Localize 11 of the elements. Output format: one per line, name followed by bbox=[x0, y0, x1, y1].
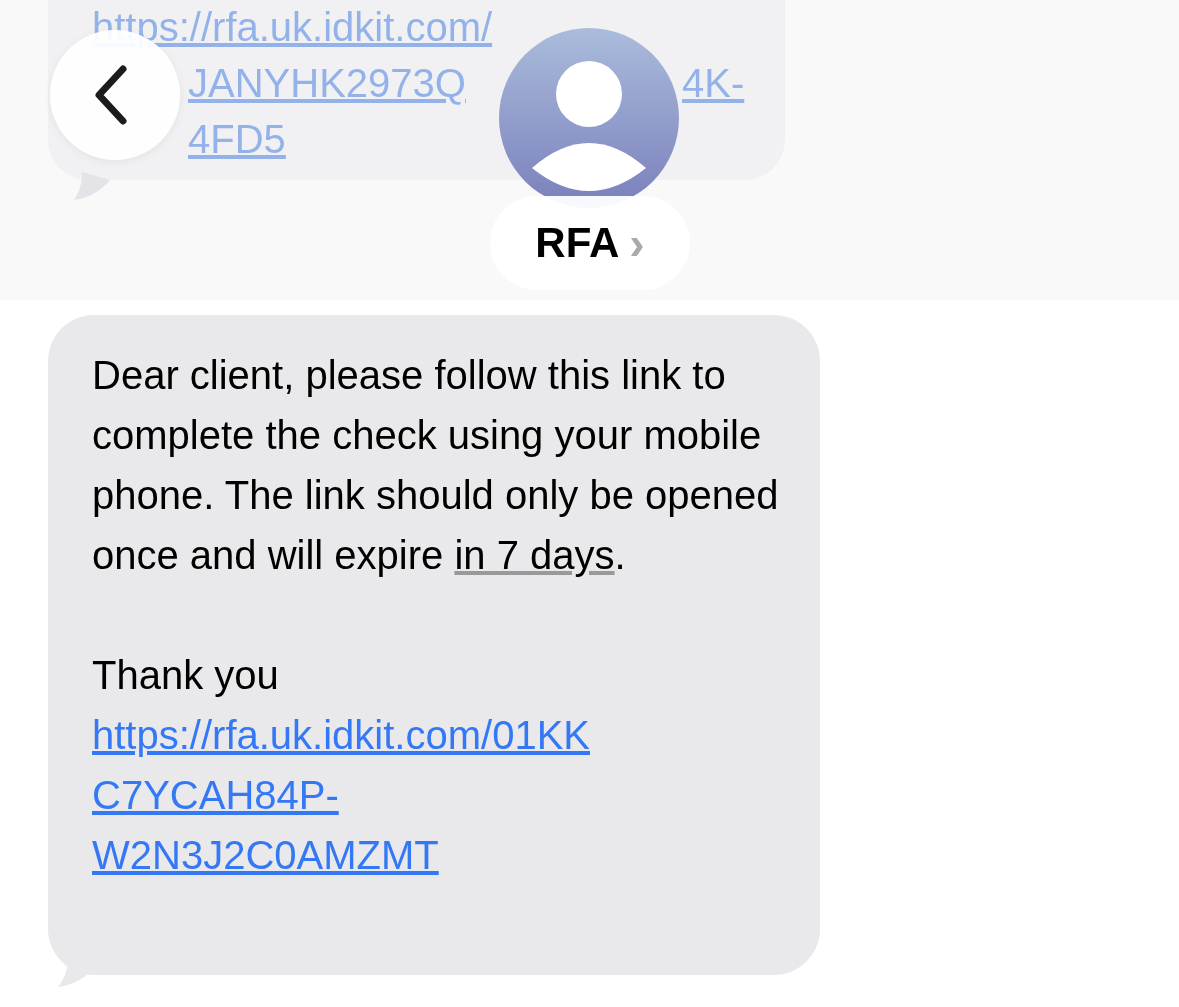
date-link[interactable]: in 7 days bbox=[454, 533, 615, 577]
message-text: Dear client, please follow this link to complete the check using your mobile phone. The link should only be opened once and will expire in 7 days. bbox=[92, 352, 780, 579]
message-link[interactable]: https://rfa.uk.idkit.com/ bbox=[92, 2, 493, 52]
chevron-icon: › bbox=[629, 216, 645, 270]
back-icon bbox=[93, 65, 129, 125]
contact-name-button[interactable]: RFA › bbox=[490, 196, 690, 290]
message-closing: Thank you bbox=[92, 652, 280, 699]
message-link[interactable]: https://rfa.uk.idkit.com/01KKC7YCAH84P-W2N3J2C0AMZMT bbox=[92, 705, 592, 885]
message-link[interactable]: 4K- bbox=[682, 58, 745, 108]
message-link[interactable]: 4FD5 bbox=[188, 114, 286, 164]
message-link[interactable]: JANYHK2973Q bbox=[188, 58, 466, 108]
